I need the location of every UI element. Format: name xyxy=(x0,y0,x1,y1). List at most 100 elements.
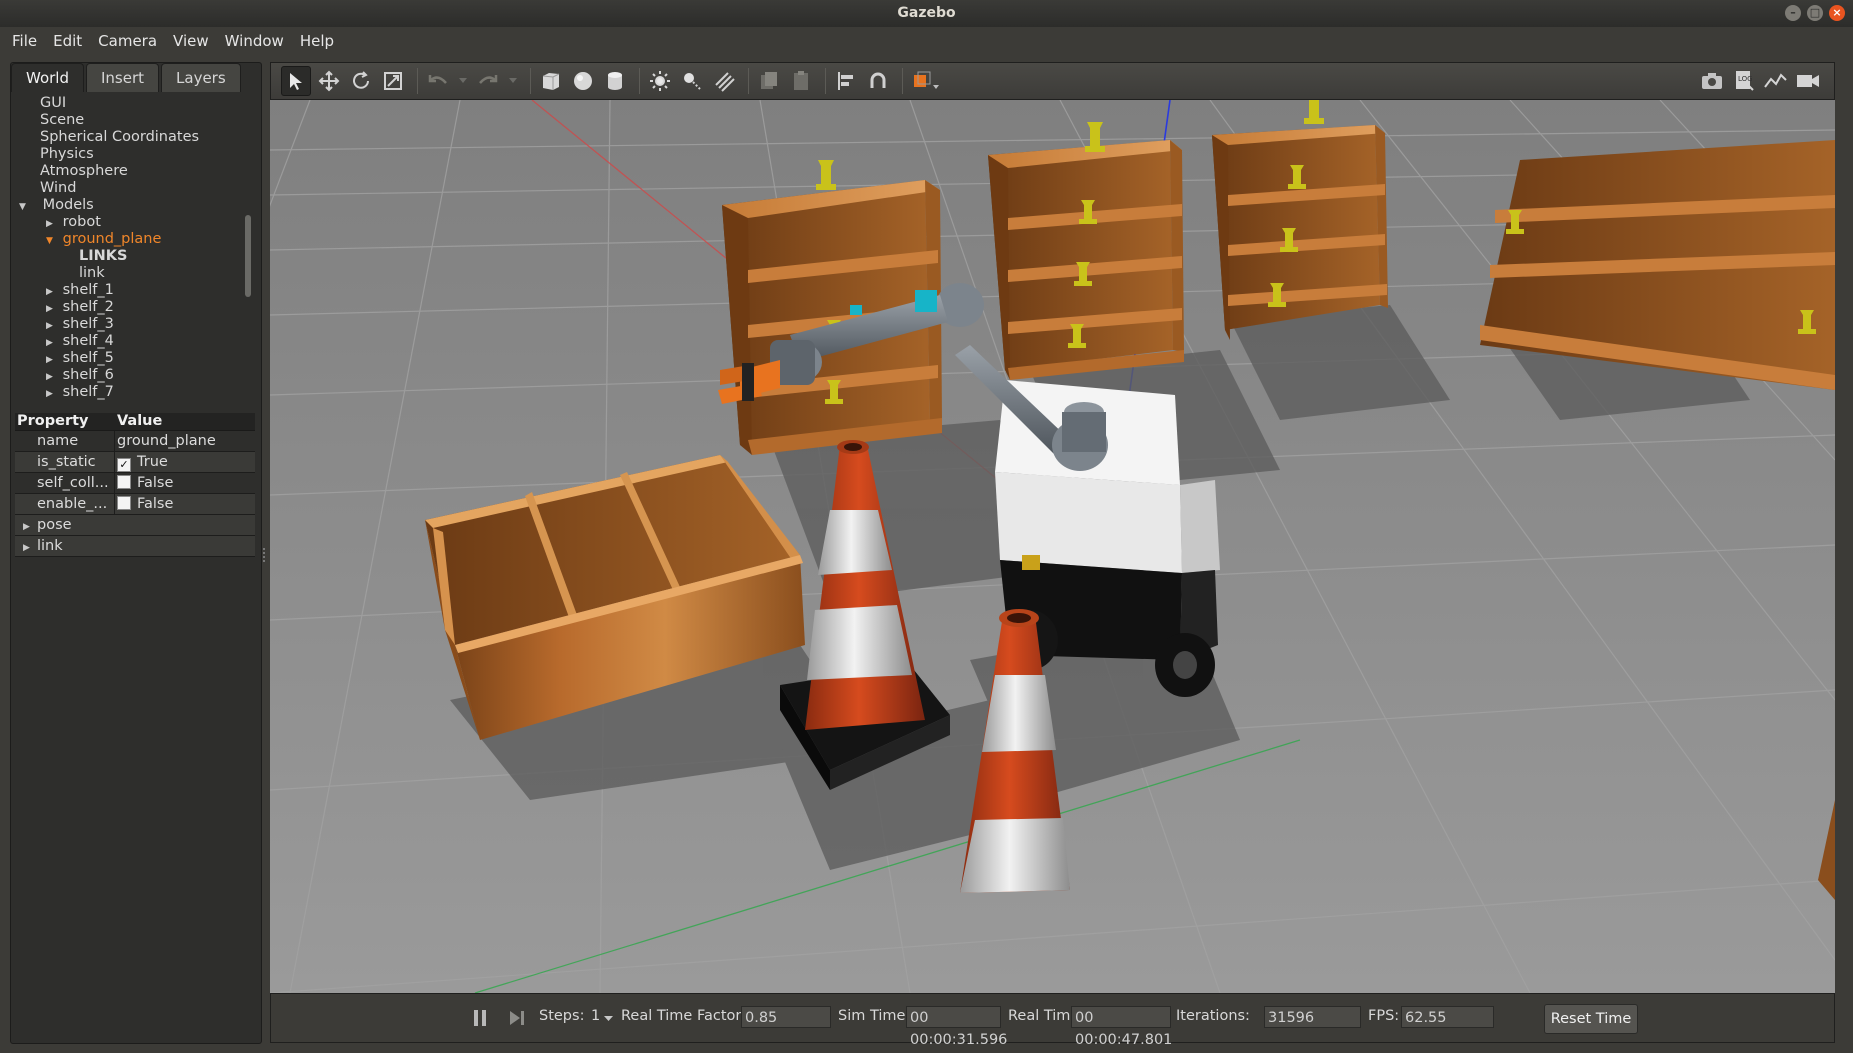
copy-icon[interactable] xyxy=(755,67,783,95)
tab-insert[interactable]: Insert xyxy=(86,63,160,92)
property-value: False xyxy=(137,475,174,491)
sim-time-field: 00 00:00:31.596 xyxy=(906,1006,1007,1048)
pause-icon[interactable] xyxy=(474,1010,488,1026)
iterations-label: Iterations: xyxy=(1176,1008,1250,1024)
property-row-self-collide: self_coll... False xyxy=(15,473,255,494)
screenshot-icon[interactable] xyxy=(1698,67,1726,95)
iterations-field: 31596 xyxy=(1264,1006,1361,1028)
paste-icon[interactable] xyxy=(787,67,815,95)
tree-item-shelf[interactable]: ▶ shelf_6 xyxy=(13,367,257,384)
menu-edit[interactable]: Edit xyxy=(45,32,90,50)
tree-item-models[interactable]: ▼ Models xyxy=(13,197,257,214)
toolbar-separator xyxy=(530,68,531,94)
tree-item-physics[interactable]: Physics xyxy=(13,146,257,163)
tree-item-atmosphere[interactable]: Atmosphere xyxy=(13,163,257,180)
property-value: True xyxy=(137,454,168,470)
bookshelf-3[interactable] xyxy=(1212,125,1388,340)
value-column-header: Value xyxy=(117,413,163,429)
real-time-factor-label: Real Time Factor: xyxy=(621,1008,746,1024)
scene-viewport[interactable] xyxy=(270,100,1835,993)
box-icon[interactable] xyxy=(537,67,565,95)
tree-item-robot-label: robot xyxy=(62,214,101,230)
minimize-button[interactable]: – xyxy=(1785,5,1801,21)
tree-item-ground-plane[interactable]: ▼ ground_plane xyxy=(13,231,257,248)
steps-value[interactable]: 1 xyxy=(591,1008,600,1024)
collapsed-arrow-icon[interactable]: ▶ xyxy=(23,538,37,558)
menu-help[interactable]: Help xyxy=(292,32,342,50)
tree-item-shelf[interactable]: ▶ shelf_7 xyxy=(13,384,257,401)
tree-item-shelf-label: shelf_6 xyxy=(62,367,114,383)
spot-light-icon[interactable] xyxy=(678,67,706,95)
plot-icon[interactable] xyxy=(1762,67,1790,95)
property-label: is_static xyxy=(15,452,115,472)
step-icon[interactable] xyxy=(508,1009,526,1027)
tree-item-link[interactable]: link xyxy=(13,265,257,282)
checkbox-checked[interactable]: ✓ xyxy=(117,458,131,472)
toolbar-separator xyxy=(825,68,826,94)
rotate-icon[interactable] xyxy=(347,67,375,95)
tree-item-robot[interactable]: ▶ robot xyxy=(13,214,257,231)
redo-dropdown-icon[interactable] xyxy=(506,67,520,95)
left-panel: World Insert Layers GUI Scene Spherical … xyxy=(10,62,262,1044)
tree-item-shelf[interactable]: ▶ shelf_3 xyxy=(13,316,257,333)
tree-item-shelf[interactable]: ▶ shelf_4 xyxy=(13,333,257,350)
tree-item-ground-plane-label: ground_plane xyxy=(62,231,162,247)
property-group-label: link xyxy=(37,538,63,554)
property-group-pose[interactable]: ▶ pose xyxy=(15,515,255,536)
tree-item-shelf-label: shelf_2 xyxy=(62,299,114,315)
maximize-button[interactable]: □ xyxy=(1807,5,1823,21)
translate-icon[interactable] xyxy=(315,67,343,95)
checkbox-unchecked[interactable] xyxy=(117,475,131,489)
cylinder-icon[interactable] xyxy=(601,67,629,95)
undo-dropdown-icon[interactable] xyxy=(456,67,470,95)
tree-item-spherical-coordinates[interactable]: Spherical Coordinates xyxy=(13,129,257,146)
sphere-icon[interactable] xyxy=(569,67,597,95)
property-label: enable_... xyxy=(15,494,115,514)
property-label: self_coll... xyxy=(15,473,115,493)
tree-scrollbar[interactable] xyxy=(245,215,251,297)
menu-view[interactable]: View xyxy=(165,32,217,50)
tab-world[interactable]: World xyxy=(11,63,84,92)
property-value[interactable]: ground_plane xyxy=(115,431,255,451)
tab-layers[interactable]: Layers xyxy=(161,63,241,92)
tree-item-scene[interactable]: Scene xyxy=(13,112,257,129)
steps-dropdown-icon[interactable] xyxy=(604,1016,613,1022)
real-time-field: 00 00:00:47.801 xyxy=(1071,1006,1172,1048)
property-row-name: name ground_plane xyxy=(15,431,255,452)
record-icon[interactable] xyxy=(1794,67,1822,95)
snap-icon[interactable] xyxy=(864,67,892,95)
property-value: False xyxy=(137,496,174,512)
tree-item-shelf[interactable]: ▶ shelf_2 xyxy=(13,299,257,316)
collapsed-arrow-icon[interactable]: ▶ xyxy=(46,386,56,403)
point-light-icon[interactable] xyxy=(646,67,674,95)
tree-item-models-label: Models xyxy=(42,197,94,213)
panel-splitter-handle[interactable] xyxy=(263,548,268,562)
tree-item-shelf-label: shelf_1 xyxy=(62,282,114,298)
checkbox-unchecked[interactable] xyxy=(117,496,131,510)
tree-item-gui[interactable]: GUI xyxy=(13,95,257,112)
menu-file[interactable]: File xyxy=(4,32,45,50)
select-icon[interactable] xyxy=(281,66,311,96)
menu-camera[interactable]: Camera xyxy=(90,32,165,50)
tree-item-wind[interactable]: Wind xyxy=(13,180,257,197)
menu-window[interactable]: Window xyxy=(217,32,292,50)
view-angle-icon[interactable] xyxy=(909,67,943,95)
fps-field: 62.55 xyxy=(1401,1006,1494,1028)
log-icon[interactable]: LOG xyxy=(1730,67,1758,95)
redo-icon[interactable] xyxy=(474,67,502,95)
menu-bar: File Edit Camera View Window Help xyxy=(0,27,1853,55)
collapsed-arrow-icon[interactable]: ▶ xyxy=(23,517,37,537)
toolbar-separator xyxy=(748,68,749,94)
directional-light-icon[interactable] xyxy=(710,67,738,95)
tree-item-shelf[interactable]: ▶ shelf_1 xyxy=(13,282,257,299)
reset-time-button[interactable]: Reset Time xyxy=(1544,1004,1638,1034)
undo-icon[interactable] xyxy=(424,67,452,95)
tree-item-shelf[interactable]: ▶ shelf_5 xyxy=(13,350,257,367)
scale-icon[interactable] xyxy=(379,67,407,95)
simulation-statusbar: Steps: 1 Real Time Factor: 0.85 Sim Time… xyxy=(270,993,1835,1048)
property-table: Property Value name ground_plane is_stat… xyxy=(15,413,255,557)
tree-item-shelf-label: shelf_5 xyxy=(62,350,114,366)
align-icon[interactable] xyxy=(832,67,860,95)
close-button[interactable]: × xyxy=(1829,5,1845,21)
property-group-link[interactable]: ▶ link xyxy=(15,536,255,557)
